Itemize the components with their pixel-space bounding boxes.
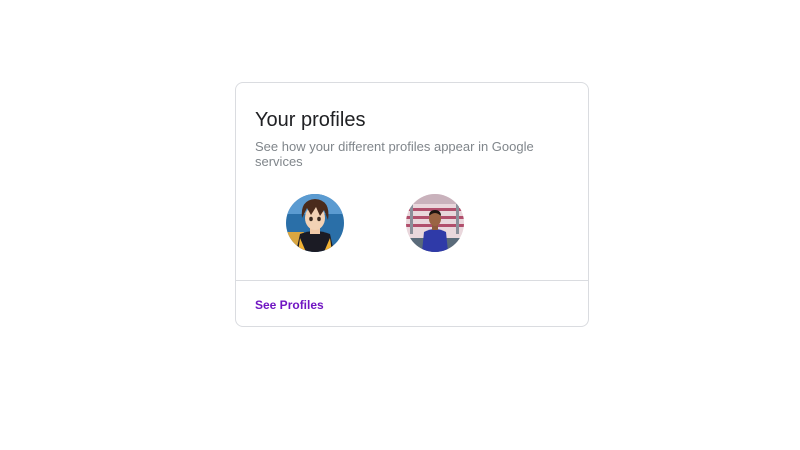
profile-avatar-photo[interactable] — [406, 194, 464, 252]
card-divider — [236, 280, 588, 281]
profile-avatar-anime[interactable] — [286, 194, 344, 252]
person-avatar-image — [406, 194, 464, 252]
anime-avatar-image — [286, 194, 344, 252]
see-profiles-link[interactable]: See Profiles — [255, 298, 324, 312]
profiles-card: Your profiles See how your different pro… — [235, 82, 589, 327]
card-subtitle: See how your different profiles appear i… — [255, 139, 534, 169]
card-title: Your profiles — [255, 109, 366, 131]
